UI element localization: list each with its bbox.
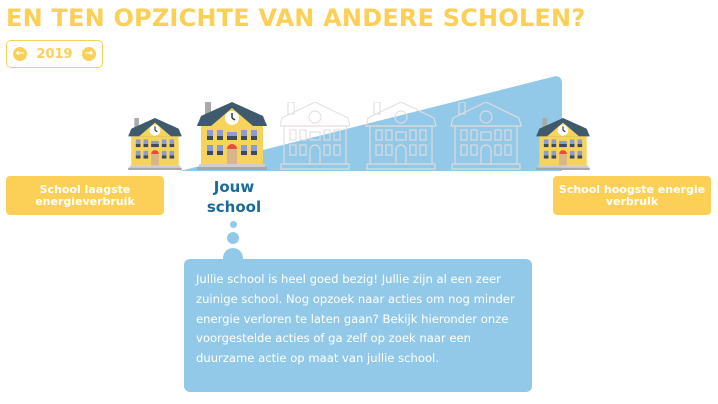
feedback-message: Jullie school is heel goed bezig! Jullie…	[184, 259, 532, 392]
pointer-dot	[227, 232, 239, 244]
year-value: 2019	[36, 46, 73, 62]
comparison-scale	[128, 76, 590, 171]
lowest-school-building-icon	[128, 118, 182, 170]
highest-school-building-icon	[536, 118, 590, 170]
your-school-building-icon	[197, 102, 267, 170]
pointer-dot	[230, 221, 237, 228]
arrow-right-circle-icon[interactable]: →	[82, 47, 96, 61]
page-title: EN TEN OPZICHTE VAN ANDERE SCHOLEN?	[6, 4, 586, 32]
highest-usage-label: School hoogste energie verbruik	[553, 176, 711, 215]
lowest-usage-label: School laagste energieverbruik	[6, 176, 164, 215]
arrow-left-circle-icon[interactable]: ←	[13, 47, 27, 61]
year-selector: ← 2019 →	[6, 40, 103, 68]
your-school-label: Jouw school	[206, 178, 262, 216]
